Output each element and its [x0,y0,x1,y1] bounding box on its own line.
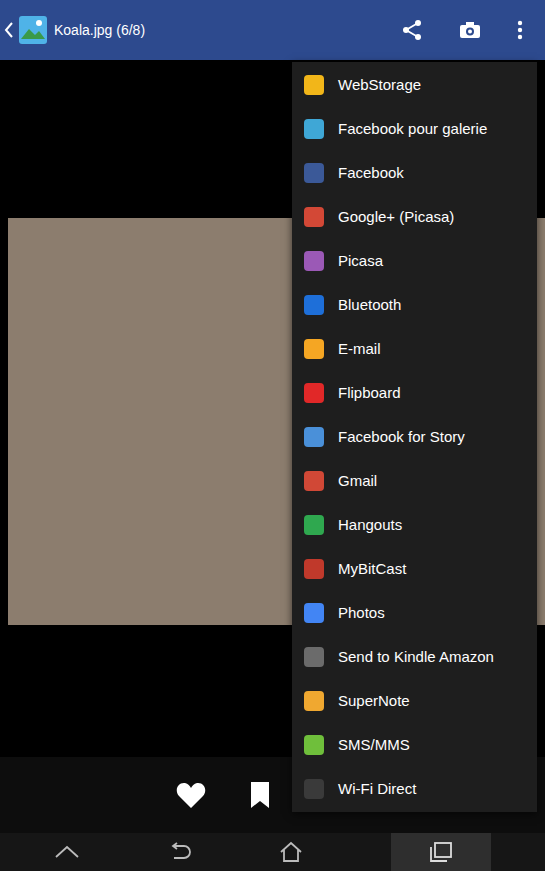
gallery-icon [18,15,48,45]
app-icon [304,339,324,359]
home-icon[interactable] [279,841,303,863]
action-bar: Koala.jpg (6/8) [0,0,545,60]
share-menu-label: Send to Kindle Amazon [338,646,494,669]
app-icon [304,603,324,623]
share-menu-label: WebStorage [338,74,421,97]
app-icon [304,163,324,183]
app-icon [304,251,324,271]
share-menu-item[interactable]: Picasa [292,239,537,283]
overflow-menu-icon[interactable] [517,20,523,40]
share-menu-item[interactable]: Flipboard [292,371,537,415]
share-menu-item[interactable]: Send to Kindle Amazon [292,635,537,679]
share-menu-item[interactable]: Bluetooth [292,283,537,327]
share-menu-label: Facebook pour galerie [338,118,487,141]
share-menu-item[interactable]: Facebook pour galerie [292,107,537,151]
share-menu-label: Facebook for Story [338,426,465,449]
share-menu-item[interactable]: SMS/MMS [292,723,537,767]
share-menu-item[interactable]: MyBitCast [292,547,537,591]
heart-icon[interactable] [176,782,206,809]
back-icon[interactable] [168,842,192,862]
app-icon [304,427,324,447]
gallery-screen: Koala.jpg (6/8) [0,0,545,871]
share-menu-label: SuperNote [338,690,410,713]
app-icon [304,207,324,227]
app-icon [304,119,324,139]
app-icon [304,75,324,95]
share-menu-label: Photos [338,602,385,625]
recent-apps-button[interactable] [391,833,491,871]
bookmark-icon[interactable] [250,781,270,809]
navigation-bar [0,833,545,871]
share-menu-item[interactable]: SuperNote [292,679,537,723]
camera-icon[interactable] [459,21,481,39]
app-icon [304,295,324,315]
share-menu-label: Bluetooth [338,294,401,317]
share-menu-label: Gmail [338,470,377,493]
share-menu-label: Facebook [338,162,404,185]
share-menu-label: E-mail [338,338,381,361]
share-menu-label: Hangouts [338,514,402,537]
app-icon [304,559,324,579]
app-icon [304,383,324,403]
share-menu-label: SMS/MMS [338,734,410,757]
share-menu-item[interactable]: Facebook [292,151,537,195]
app-icon [304,647,324,667]
share-menu-item[interactable]: Gmail [292,459,537,503]
share-menu-item[interactable]: Photos [292,591,537,635]
share-menu: WebStorage Facebook pour galerie Facebook G… [292,62,537,812]
recent-apps-icon [430,842,452,862]
share-menu-label: Wi-Fi Direct [338,778,416,801]
menu-up-icon[interactable] [54,845,80,859]
share-menu-label: MyBitCast [338,558,406,581]
share-menu-item[interactable]: Google+ (Picasa) [292,195,537,239]
share-menu-label: Google+ (Picasa) [338,206,454,229]
share-menu-item[interactable]: Hangouts [292,503,537,547]
share-icon[interactable] [401,19,423,41]
share-menu-item[interactable]: Wi-Fi Direct [292,767,537,811]
window-title: Koala.jpg (6/8) [54,20,145,41]
app-icon [304,691,324,711]
app-icon [304,515,324,535]
back-button[interactable] [4,15,48,45]
app-icon [304,779,324,799]
share-menu-item[interactable]: WebStorage [292,63,537,107]
chevron-left-icon [4,21,14,39]
share-menu-item[interactable]: E-mail [292,327,537,371]
app-icon [304,471,324,491]
share-menu-label: Flipboard [338,382,401,405]
share-menu-label: Picasa [338,250,383,273]
app-icon [304,735,324,755]
share-menu-item[interactable]: Facebook for Story [292,415,537,459]
